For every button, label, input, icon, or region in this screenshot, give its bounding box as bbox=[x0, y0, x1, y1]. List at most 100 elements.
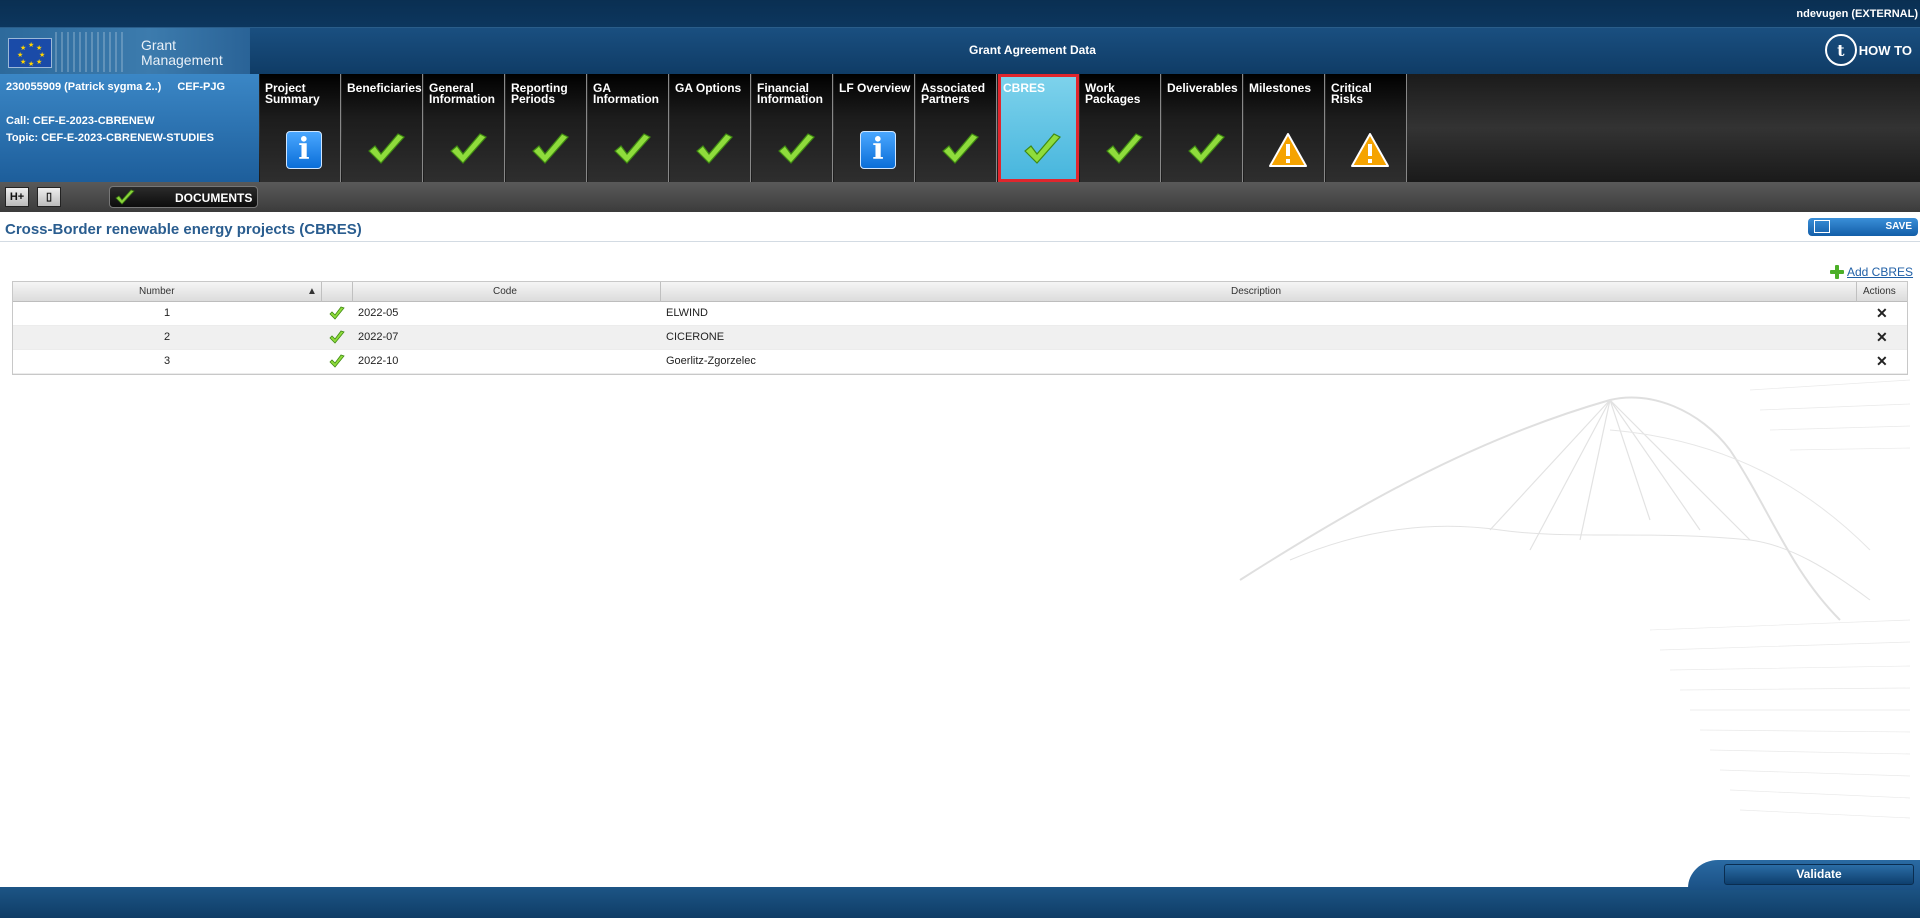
table-row[interactable]: 2 2022-07 CICERONE ✕ bbox=[13, 326, 1907, 350]
tab-ga-options[interactable]: GA Options bbox=[670, 74, 751, 182]
check-icon bbox=[366, 131, 406, 169]
table-row[interactable]: 3 2022-10 Goerlitz-Zgorzelec ✕ bbox=[13, 350, 1907, 374]
tab-label: Beneficiaries bbox=[347, 81, 422, 95]
column-separator bbox=[1856, 282, 1857, 302]
check-icon bbox=[694, 131, 734, 169]
how-to-label: HOW TO bbox=[1858, 42, 1912, 58]
tab-work-packages[interactable]: Work Packages bbox=[1080, 74, 1161, 182]
check-icon bbox=[329, 306, 345, 323]
warning-icon bbox=[1268, 131, 1308, 169]
column-separator bbox=[660, 282, 661, 302]
cell-code: 2022-05 bbox=[358, 307, 399, 319]
column-separator bbox=[321, 282, 322, 302]
check-icon bbox=[776, 131, 816, 169]
tab-critical-risks[interactable]: Critical Risks bbox=[1326, 74, 1407, 182]
tab-label: General Information bbox=[429, 81, 495, 106]
check-icon bbox=[1022, 131, 1062, 169]
tab-label: Associated Partners bbox=[921, 81, 986, 106]
documents-button[interactable]: DOCUMENTS bbox=[109, 186, 258, 208]
cell-code: 2022-07 bbox=[358, 331, 399, 343]
check-icon bbox=[329, 330, 345, 347]
save-button[interactable]: SAVE bbox=[1808, 218, 1918, 236]
project-topic: Topic: CEF-E-2023-CBRENEW-STUDIES bbox=[6, 132, 214, 144]
tab-deliverables[interactable]: Deliverables bbox=[1162, 74, 1243, 182]
project-program: CEF-PJG bbox=[177, 81, 226, 93]
plus-icon bbox=[1830, 265, 1844, 279]
column-header-number[interactable]: Number bbox=[139, 286, 175, 297]
footer-bar bbox=[0, 887, 1920, 918]
check-icon bbox=[940, 131, 980, 169]
top-bar: ndevugen (EXTERNAL) bbox=[0, 0, 1920, 28]
add-cbres-link[interactable]: Add CBRES bbox=[1830, 265, 1913, 279]
cbres-table: Number ▲ Code Description Actions 1 2022-… bbox=[12, 281, 1908, 375]
warning-icon bbox=[1350, 131, 1390, 169]
info-icon: i bbox=[286, 131, 322, 169]
table-row[interactable]: 1 2022-05 ELWIND ✕ bbox=[13, 302, 1907, 326]
check-icon bbox=[448, 131, 488, 169]
page-header-title: Grant Agreement Data bbox=[969, 43, 1096, 57]
delete-icon[interactable]: ✕ bbox=[1876, 353, 1888, 370]
cell-code: 2022-10 bbox=[358, 355, 399, 367]
table-header: Number ▲ Code Description Actions bbox=[13, 282, 1907, 302]
project-call: Call: CEF-E-2023-CBRENEW bbox=[6, 115, 155, 127]
project-info-panel: 230055909 (Patrick sygma 2..) CEF-PJG Ca… bbox=[0, 74, 259, 182]
save-label: SAVE bbox=[1885, 221, 1913, 232]
print-button[interactable]: ▯ bbox=[37, 187, 61, 207]
check-icon bbox=[530, 131, 570, 169]
tab-milestones[interactable]: Milestones bbox=[1244, 74, 1325, 182]
cell-description: Goerlitz-Zgorzelec bbox=[666, 355, 756, 367]
how-to-button[interactable]: t HOW TO bbox=[1824, 34, 1912, 66]
tab-label: Reporting Periods bbox=[511, 81, 568, 106]
divider bbox=[0, 241, 1920, 242]
column-header-code[interactable]: Code bbox=[493, 286, 517, 297]
page-title: Cross-Border renewable energy projects (… bbox=[5, 221, 362, 238]
toolbar: H+ ▯ DOCUMENTS bbox=[0, 182, 1920, 212]
project-id: 230055909 (Patrick sygma 2..) bbox=[6, 81, 162, 93]
tab-label: Financial Information bbox=[757, 81, 823, 106]
how-to-icon: t bbox=[1824, 34, 1857, 66]
tab-label: Work Packages bbox=[1085, 81, 1141, 106]
tab-project-summary[interactable]: Project Summary i bbox=[260, 74, 341, 182]
app-header: ★ ★ ★ ★ ★ ★ ★ ★ Grant Management Grant Agreem… bbox=[0, 28, 1920, 74]
delete-icon[interactable]: ✕ bbox=[1876, 329, 1888, 346]
tab-label: Critical Risks bbox=[1331, 81, 1372, 106]
save-icon bbox=[1814, 220, 1830, 233]
delete-icon[interactable]: ✕ bbox=[1876, 305, 1888, 322]
check-icon bbox=[1104, 131, 1144, 169]
column-separator bbox=[352, 282, 353, 302]
cell-description: CICERONE bbox=[666, 331, 725, 343]
cell-number: 3 bbox=[164, 355, 171, 367]
tab-label: GA Options bbox=[675, 81, 742, 95]
tab-general-information[interactable]: General Information bbox=[424, 74, 505, 182]
user-name: ndevugen (EXTERNAL) bbox=[1796, 8, 1918, 20]
sort-asc-icon: ▲ bbox=[307, 286, 317, 297]
validate-button[interactable]: Validate bbox=[1724, 864, 1914, 885]
da-vinci-sketch-watermark bbox=[1239, 379, 1911, 819]
section-tabs: Project Summary i Beneficiaries General Inf… bbox=[259, 74, 1920, 182]
tab-label: Deliverables bbox=[1167, 81, 1238, 95]
tab-associated-partners[interactable]: Associated Partners bbox=[916, 74, 997, 182]
add-cbres-label: Add CBRES bbox=[1847, 265, 1914, 279]
cell-number: 1 bbox=[164, 307, 171, 319]
tab-beneficiaries[interactable]: Beneficiaries bbox=[342, 74, 423, 182]
tab-label: GA Information bbox=[593, 81, 659, 106]
info-icon: i bbox=[860, 131, 896, 169]
tab-label: Milestones bbox=[1249, 81, 1312, 95]
tab-financial-information[interactable]: Financial Information bbox=[752, 74, 833, 182]
tab-reporting-periods[interactable]: Reporting Periods bbox=[506, 74, 587, 182]
home-button[interactable]: H+ bbox=[5, 187, 29, 207]
check-icon bbox=[115, 189, 135, 205]
tab-cbres[interactable]: CBRES bbox=[998, 74, 1079, 182]
tab-label: Project Summary bbox=[265, 81, 320, 106]
check-icon bbox=[1186, 131, 1226, 169]
tab-lf-overview[interactable]: LF Overview i bbox=[834, 74, 915, 182]
check-icon bbox=[612, 131, 652, 169]
column-header-description[interactable]: Description bbox=[1231, 286, 1281, 297]
tab-label: LF Overview bbox=[839, 81, 911, 95]
cell-description: ELWIND bbox=[666, 307, 708, 319]
cell-number: 2 bbox=[164, 331, 171, 343]
tab-label: CBRES bbox=[1003, 81, 1046, 95]
column-header-actions: Actions bbox=[1863, 286, 1896, 297]
tab-ga-information[interactable]: GA Information bbox=[588, 74, 669, 182]
documents-label: DOCUMENTS bbox=[175, 191, 253, 205]
